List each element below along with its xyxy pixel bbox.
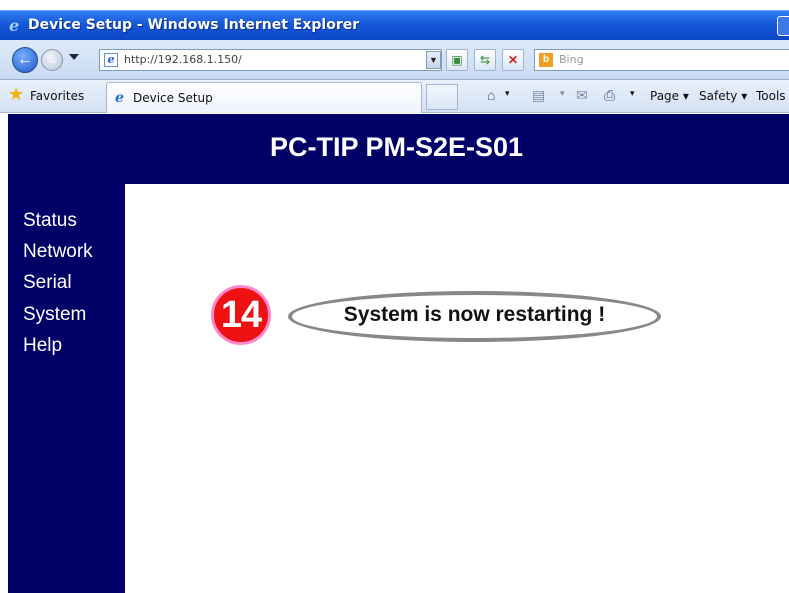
feeds-dropdown-icon[interactable]: ▾	[560, 89, 565, 99]
menu-item-help[interactable]: Help	[23, 335, 62, 357]
home-dropdown-icon[interactable]: ▾	[505, 89, 510, 99]
internet-explorer-icon: e	[9, 16, 20, 35]
internet-explorer-icon: e	[115, 90, 124, 106]
close-icon: ✕	[507, 53, 519, 67]
menu-item-serial[interactable]: Serial	[23, 272, 72, 294]
search-box[interactable]: b Bing	[534, 49, 789, 71]
mail-icon[interactable]: ✉	[576, 87, 588, 104]
tab-device-setup[interactable]: e Device Setup	[106, 82, 422, 113]
tools-menu[interactable]: Tools ▾	[756, 89, 789, 103]
page-left-margin	[0, 114, 8, 593]
page-title: PC-TIP PM-S2E-S01	[269, 132, 524, 162]
page-icon: e	[104, 53, 118, 67]
navigation-bar: ← → e http://192.168.1.150/ ▼ ▣ ⇆ ✕ b Bi…	[0, 40, 789, 80]
star-icon: ★	[8, 84, 25, 105]
address-input[interactable]: http://192.168.1.150/	[124, 53, 242, 66]
address-dropdown-button[interactable]: ▼	[426, 51, 441, 69]
feeds-icon[interactable]: ▤	[532, 87, 545, 104]
restart-message: System is now restarting !	[343, 303, 606, 326]
home-icon[interactable]: ⌂	[487, 87, 495, 103]
sidebar-menu: Status Network Serial System Help	[8, 184, 125, 593]
page-menu[interactable]: Page ▾	[650, 89, 689, 103]
print-dropdown-icon[interactable]: ▾	[630, 89, 635, 99]
menu-item-network[interactable]: Network	[23, 241, 93, 263]
forward-button[interactable]: →	[41, 49, 63, 71]
refresh-icon: ⇆	[479, 53, 491, 67]
compatibility-icon: ▣	[451, 53, 463, 67]
bing-icon: b	[539, 53, 553, 67]
stop-button[interactable]: ✕	[502, 49, 524, 71]
refresh-button[interactable]: ⇆	[474, 49, 496, 71]
tab-label: Device Setup	[133, 91, 213, 105]
window-title-bar: e Device Setup - Windows Internet Explor…	[0, 10, 789, 40]
window-control-button[interactable]	[777, 16, 789, 36]
favorites-bar: ★ Favorites e Device Setup ⌂ ▾ ▤ ▾ ✉ ⎙ ▾…	[0, 80, 789, 113]
compatibility-view-button[interactable]: ▣	[446, 49, 468, 71]
safety-menu[interactable]: Safety ▾	[699, 89, 747, 103]
menu-item-system[interactable]: System	[23, 304, 86, 326]
menu-item-status[interactable]: Status	[23, 210, 77, 232]
favorites-button[interactable]: Favorites	[30, 89, 84, 103]
recent-pages-dropdown[interactable]	[69, 54, 79, 60]
step-number-badge: 14	[211, 285, 271, 345]
window-title: Device Setup - Windows Internet Explorer	[28, 17, 360, 33]
new-tab-button[interactable]	[426, 84, 458, 110]
back-button[interactable]: ←	[12, 47, 38, 73]
page-header: PC-TIP PM-S2E-S01	[8, 114, 789, 184]
print-icon[interactable]: ⎙	[604, 87, 615, 104]
address-bar[interactable]: e http://192.168.1.150/	[99, 49, 442, 71]
search-input[interactable]: Bing	[559, 53, 584, 66]
